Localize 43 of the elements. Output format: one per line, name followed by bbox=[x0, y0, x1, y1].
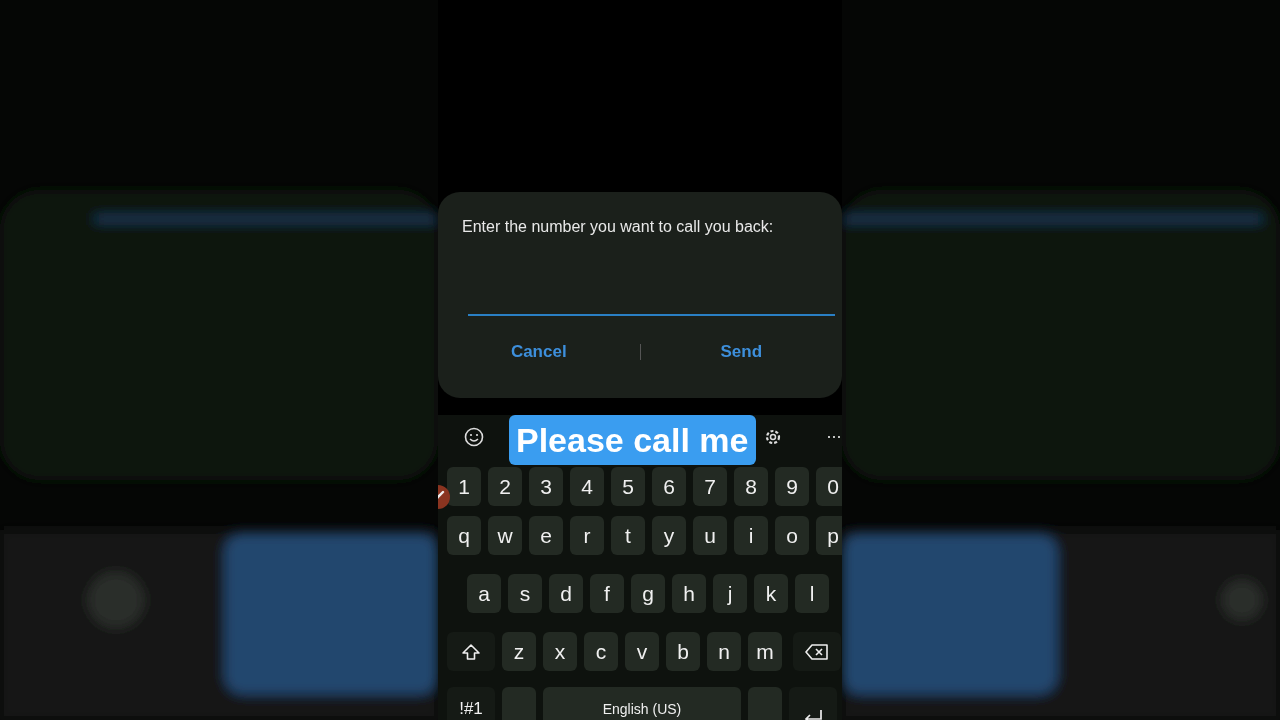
key[interactable]: z bbox=[502, 632, 536, 671]
key[interactable]: v bbox=[625, 632, 659, 671]
key[interactable]: e bbox=[529, 516, 563, 555]
space-key[interactable]: English (US) bbox=[543, 687, 741, 720]
key[interactable]: h bbox=[672, 574, 706, 613]
key[interactable]: r bbox=[570, 516, 604, 555]
key[interactable]: n bbox=[707, 632, 741, 671]
key[interactable]: 2 bbox=[488, 467, 522, 506]
key[interactable]: 0 bbox=[816, 467, 842, 506]
cancel-button[interactable]: Cancel bbox=[438, 336, 640, 368]
key[interactable]: 9 bbox=[775, 467, 809, 506]
key[interactable]: 3 bbox=[529, 467, 563, 506]
key[interactable]: s bbox=[508, 574, 542, 613]
key[interactable]: 6 bbox=[652, 467, 686, 506]
key[interactable]: i bbox=[734, 516, 768, 555]
key[interactable]: k bbox=[754, 574, 788, 613]
send-button[interactable]: Send bbox=[640, 336, 842, 368]
key[interactable]: b bbox=[666, 632, 700, 671]
key[interactable]: w bbox=[488, 516, 522, 555]
key[interactable]: 8 bbox=[734, 467, 768, 506]
key[interactable]: 4 bbox=[570, 467, 604, 506]
dialog-message: Enter the number you want to call you back: bbox=[462, 218, 775, 236]
key[interactable]: 7 bbox=[693, 467, 727, 506]
key[interactable]: y bbox=[652, 516, 686, 555]
key[interactable]: d bbox=[549, 574, 583, 613]
key[interactable]: o bbox=[775, 516, 809, 555]
symbols-key[interactable]: !#1 bbox=[447, 687, 495, 720]
key[interactable]: 1 bbox=[447, 467, 481, 506]
key[interactable]: j bbox=[713, 574, 747, 613]
key[interactable]: q bbox=[447, 516, 481, 555]
key[interactable]: g bbox=[631, 574, 665, 613]
key[interactable]: x bbox=[543, 632, 577, 671]
key[interactable]: 5 bbox=[611, 467, 645, 506]
key[interactable]: p bbox=[816, 516, 842, 555]
key[interactable]: m bbox=[748, 632, 782, 671]
key[interactable]: a bbox=[467, 574, 501, 613]
key[interactable]: f bbox=[590, 574, 624, 613]
caption-banner: Please call me bbox=[509, 415, 756, 465]
more-options[interactable]: ··· bbox=[826, 426, 841, 447]
key[interactable]: l bbox=[795, 574, 829, 613]
key[interactable]: u bbox=[693, 516, 727, 555]
key[interactable]: c bbox=[584, 632, 618, 671]
key[interactable]: t bbox=[611, 516, 645, 555]
